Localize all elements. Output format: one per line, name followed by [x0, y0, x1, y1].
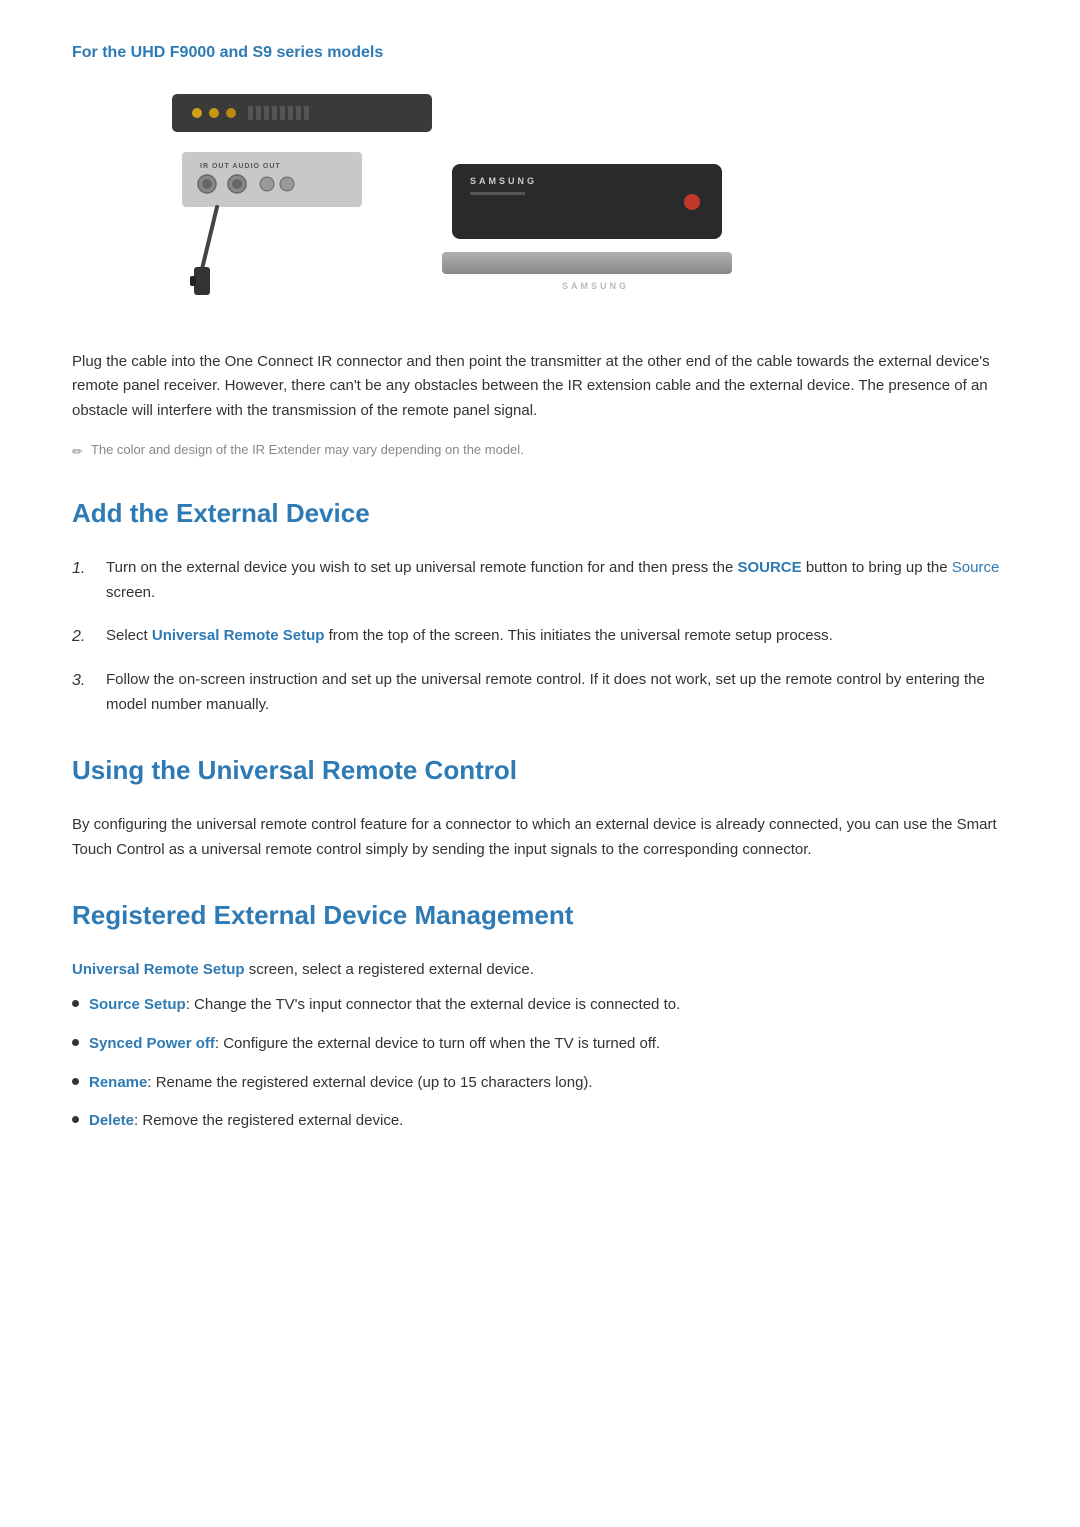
registered-item-4-text: Delete: Remove the registered external d… [89, 1109, 403, 1134]
using-remote-body: By configuring the universal remote cont… [72, 813, 1008, 863]
registered-item-4: Delete: Remove the registered external d… [72, 1109, 1008, 1134]
using-remote-title: Using the Universal Remote Control [72, 750, 1008, 792]
bullet-icon-2 [72, 1039, 79, 1046]
step-1-text-middle: button to bring up the [802, 559, 952, 576]
device-illustration: IR OUT AUDIO OUT SAMSUNG SAMSUNG [72, 84, 752, 314]
svg-text:SAMSUNG: SAMSUNG [562, 281, 629, 291]
step-1-text-after: screen. [106, 584, 155, 601]
registered-item-1-desc: : Change the TV's input connector that t… [186, 996, 681, 1013]
step-3-number: 3. [72, 668, 92, 694]
svg-text:SAMSUNG: SAMSUNG [470, 176, 537, 186]
registered-item-3-link: Rename [89, 1074, 147, 1091]
step-1-link2: Source [952, 559, 1000, 576]
registered-item-1-text: Source Setup: Change the TV's input conn… [89, 993, 680, 1018]
step-2-text-before: Select [106, 627, 152, 644]
step-1-text-before: Turn on the external device you wish to … [106, 559, 737, 576]
step-2: 2. Select Universal Remote Setup from th… [72, 624, 1008, 650]
bullet-icon-4 [72, 1116, 79, 1123]
note-icon: ✏ [72, 442, 83, 463]
registered-item-2-desc: : Configure the external device to turn … [215, 1035, 660, 1052]
step-2-text-after: from the top of the screen. This initiat… [324, 627, 832, 644]
subtitle: For the UHD F9000 and S9 series models [72, 40, 1008, 66]
registered-intro-link: Universal Remote Setup [72, 961, 245, 978]
registered-intro-after: screen, select a registered external dev… [245, 961, 534, 978]
registered-item-4-link: Delete [89, 1112, 134, 1129]
bullet-icon-1 [72, 1000, 79, 1007]
registered-item-1: Source Setup: Change the TV's input conn… [72, 993, 1008, 1018]
step-3-text: Follow the on-screen instruction and set… [106, 668, 1008, 718]
add-device-steps: 1. Turn on the external device you wish … [72, 556, 1008, 717]
step-3: 3. Follow the on-screen instruction and … [72, 668, 1008, 718]
registered-item-2-link: Synced Power off [89, 1035, 215, 1052]
note-row: ✏ The color and design of the IR Extende… [72, 440, 1008, 463]
registered-management-title: Registered External Device Management [72, 895, 1008, 937]
step-1-link1: SOURCE [737, 559, 801, 576]
device-image-section: IR OUT AUDIO OUT SAMSUNG SAMSUNG [72, 84, 1008, 322]
registered-items-list: Source Setup: Change the TV's input conn… [72, 993, 1008, 1134]
registered-item-2-text: Synced Power off: Configure the external… [89, 1032, 660, 1057]
registered-item-3-desc: : Rename the registered external device … [147, 1074, 592, 1091]
add-device-title: Add the External Device [72, 493, 1008, 535]
registered-item-4-desc: : Remove the registered external device. [134, 1112, 403, 1129]
registered-item-3-text: Rename: Rename the registered external d… [89, 1071, 593, 1096]
step-2-number: 2. [72, 624, 92, 650]
step-2-text: Select Universal Remote Setup from the t… [106, 624, 833, 649]
bullet-icon-3 [72, 1078, 79, 1085]
step-1: 1. Turn on the external device you wish … [72, 556, 1008, 606]
intro-paragraph: Plug the cable into the One Connect IR c… [72, 350, 1008, 424]
step-1-number: 1. [72, 556, 92, 582]
step-1-text: Turn on the external device you wish to … [106, 556, 1008, 606]
note-text: The color and design of the IR Extender … [91, 440, 524, 460]
registered-intro: Universal Remote Setup screen, select a … [72, 958, 1008, 983]
registered-item-2: Synced Power off: Configure the external… [72, 1032, 1008, 1057]
svg-text:IR OUT AUDIO OUT: IR OUT AUDIO OUT [200, 163, 281, 170]
step-2-link1: Universal Remote Setup [152, 627, 325, 644]
registered-item-1-link: Source Setup [89, 996, 186, 1013]
registered-item-3: Rename: Rename the registered external d… [72, 1071, 1008, 1096]
